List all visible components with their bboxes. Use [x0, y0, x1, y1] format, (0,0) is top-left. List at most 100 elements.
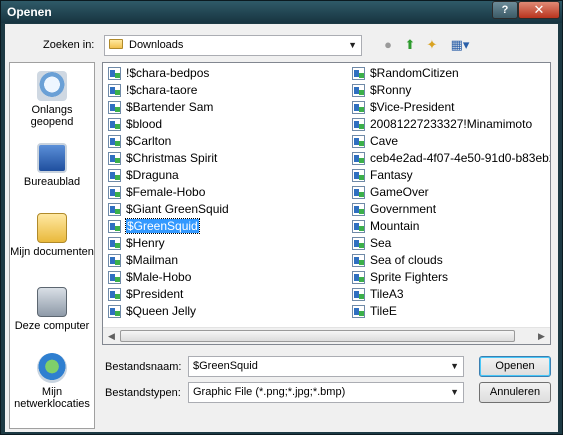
image-file-icon: [108, 288, 121, 301]
file-name: $Ronny: [370, 83, 412, 97]
file-name: GameOver: [370, 185, 429, 199]
file-item[interactable]: $Vice-President: [350, 99, 550, 116]
view-menu-icon[interactable]: ▦▾: [447, 36, 473, 54]
file-name: $Giant GreenSquid: [126, 202, 229, 216]
horizontal-scrollbar[interactable]: ◀ ▶: [103, 327, 550, 344]
file-item[interactable]: TileA3: [350, 286, 550, 303]
image-file-icon: [108, 101, 121, 114]
image-file-icon: [108, 135, 121, 148]
file-item[interactable]: $Ronny: [350, 82, 550, 99]
recent-places-icon: [37, 71, 67, 101]
image-file-icon: [108, 203, 121, 216]
file-item[interactable]: $Mailman: [106, 252, 346, 269]
image-file-icon: [108, 254, 121, 267]
file-name: !$chara-taore: [126, 83, 198, 97]
file-name: Government: [370, 202, 437, 216]
image-file-icon: [352, 169, 365, 182]
place-label: Deze computer: [14, 320, 90, 332]
look-in-combo[interactable]: Downloads ▼: [104, 35, 362, 56]
image-file-icon: [352, 152, 365, 165]
desktop-icon: [37, 143, 67, 173]
image-file-icon: [352, 237, 365, 250]
place-label: Bureaublad: [23, 176, 81, 188]
dialog-body: Zoeken in: Downloads ▼ ● ⬆ ✦ ▦▾ Onlangs …: [5, 24, 558, 432]
image-file-icon: [108, 169, 121, 182]
back-icon[interactable]: ●: [379, 36, 397, 54]
file-item[interactable]: $Bartender Sam: [106, 99, 346, 116]
file-item[interactable]: GameOver: [350, 184, 550, 201]
image-file-icon: [352, 220, 365, 233]
image-file-icon: [108, 220, 121, 233]
file-item[interactable]: Sea of clouds: [350, 252, 550, 269]
place-recent[interactable]: Onlangs geopend: [10, 71, 94, 128]
file-name: $President: [126, 287, 184, 301]
file-item[interactable]: $President: [106, 286, 346, 303]
scroll-left-icon[interactable]: ◀: [103, 328, 120, 344]
filename-input[interactable]: $GreenSquid ▼: [188, 356, 464, 377]
file-item[interactable]: $Carlton: [106, 133, 346, 150]
image-file-icon: [108, 237, 121, 250]
file-name: $Henry: [126, 236, 165, 250]
file-item[interactable]: 20081227233327!Minamimoto: [350, 116, 550, 133]
cancel-button[interactable]: Annuleren: [479, 382, 551, 403]
file-item[interactable]: $Female-Hobo: [106, 184, 346, 201]
image-file-icon: [352, 271, 365, 284]
image-file-icon: [108, 118, 121, 131]
open-button[interactable]: Openen: [479, 356, 551, 377]
file-name: $Christmas Spirit: [126, 151, 218, 165]
place-label: Onlangs geopend: [30, 104, 74, 128]
close-button[interactable]: ✕: [518, 1, 560, 19]
file-item[interactable]: $Henry: [106, 235, 346, 252]
file-item[interactable]: $Male-Hobo: [106, 269, 346, 286]
image-file-icon: [352, 288, 365, 301]
file-name: $Vice-President: [370, 100, 455, 114]
file-item[interactable]: !$chara-bedpos: [106, 65, 346, 82]
file-name: Fantasy: [370, 168, 413, 182]
file-item[interactable]: Mountain: [350, 218, 550, 235]
open-dialog: Openen ? ✕ Zoeken in: Downloads ▼ ● ⬆ ✦ …: [0, 0, 563, 435]
filetype-select[interactable]: Graphic File (*.png;*.jpg;*.bmp) ▼: [188, 382, 464, 403]
file-item[interactable]: $Draguna: [106, 167, 346, 184]
chevron-down-icon: ▼: [450, 361, 459, 371]
file-item[interactable]: Fantasy: [350, 167, 550, 184]
file-name: TileA3: [370, 287, 404, 301]
file-item[interactable]: !$chara-taore: [106, 82, 346, 99]
file-item[interactable]: $blood: [106, 116, 346, 133]
file-item[interactable]: Sea: [350, 235, 550, 252]
chevron-down-icon: ▼: [450, 387, 459, 397]
image-file-icon: [108, 271, 121, 284]
file-name: $Draguna: [126, 168, 179, 182]
file-list[interactable]: !$chara-bedpos !$chara-taore $Bartender Sa…: [102, 62, 551, 345]
file-name: $RandomCitizen: [370, 66, 459, 80]
place-label: Mijn documenten: [10, 246, 94, 258]
file-item[interactable]: ceb4e2ad-4f07-4e50-91d0-b83eb29: [350, 150, 550, 167]
place-computer[interactable]: Deze computer: [10, 287, 94, 332]
place-my-documents[interactable]: Mijn documenten: [10, 213, 94, 258]
image-file-icon: [108, 67, 121, 80]
filename-value: $GreenSquid: [193, 360, 258, 372]
title-bar[interactable]: Openen ? ✕: [1, 1, 562, 23]
filetype-label: Bestandstypen:: [105, 387, 181, 399]
file-item[interactable]: $Queen Jelly: [106, 303, 346, 320]
file-item[interactable]: Sprite Fighters: [350, 269, 550, 286]
scrollbar-thumb[interactable]: [120, 330, 515, 342]
file-name: $Male-Hobo: [126, 270, 192, 284]
image-file-icon: [352, 118, 365, 131]
scroll-right-icon[interactable]: ▶: [533, 328, 550, 344]
help-button[interactable]: ?: [492, 1, 518, 19]
place-desktop[interactable]: Bureaublad: [10, 143, 94, 188]
file-item[interactable]: $Giant GreenSquid: [106, 201, 346, 218]
file-item[interactable]: TileE: [350, 303, 550, 320]
image-file-icon: [108, 305, 121, 318]
file-item[interactable]: Cave: [350, 133, 550, 150]
file-name: $Mailman: [126, 253, 179, 267]
image-file-icon: [352, 305, 365, 318]
new-folder-icon[interactable]: ✦: [423, 36, 441, 54]
file-item[interactable]: $Christmas Spirit: [106, 150, 346, 167]
file-item[interactable]: Government: [350, 201, 550, 218]
up-folder-icon[interactable]: ⬆: [401, 36, 419, 54]
file-item[interactable]: $GreenSquid: [106, 218, 346, 235]
image-file-icon: [352, 186, 365, 199]
place-network[interactable]: Mijn netwerklocaties: [10, 353, 94, 410]
file-item[interactable]: $RandomCitizen: [350, 65, 550, 82]
